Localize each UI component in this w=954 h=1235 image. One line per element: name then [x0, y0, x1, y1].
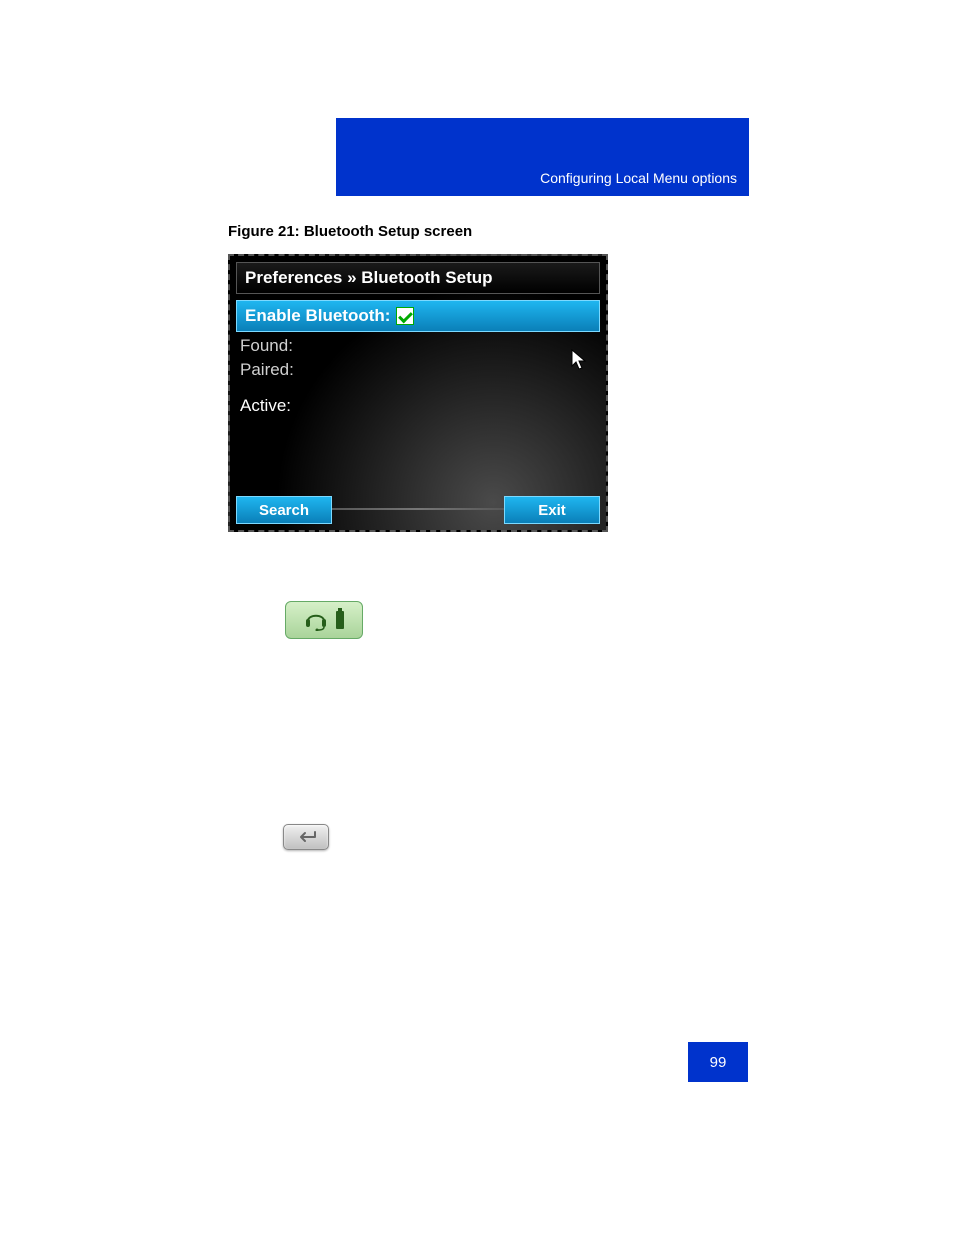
softkey-bar: Search Exit — [236, 496, 600, 524]
figure-caption: Figure 21: Bluetooth Setup screen — [228, 223, 472, 240]
checkmark-icon[interactable] — [396, 307, 414, 325]
active-label: Active: — [240, 396, 291, 415]
breadcrumb-text: Preferences » Bluetooth Setup — [245, 268, 493, 288]
search-softkey[interactable]: Search — [236, 496, 332, 524]
active-row: Active: — [240, 396, 600, 416]
exit-softkey[interactable]: Exit — [504, 496, 600, 524]
document-page: Configuring Local Menu options Figure 21… — [0, 0, 954, 1235]
enable-bluetooth-row[interactable]: Enable Bluetooth: — [236, 300, 600, 332]
enter-arrow-icon — [295, 831, 317, 843]
page-number: 99 — [688, 1042, 748, 1082]
paired-row: Paired: — [240, 360, 600, 380]
enable-bluetooth-label: Enable Bluetooth: — [245, 306, 390, 326]
document-header-title: Configuring Local Menu options — [540, 170, 737, 186]
enter-key — [283, 824, 329, 850]
headset-icon — [304, 609, 328, 631]
search-softkey-label: Search — [259, 502, 309, 519]
found-row: Found: — [240, 336, 600, 356]
breadcrumb: Preferences » Bluetooth Setup — [236, 262, 600, 294]
page-number-text: 99 — [710, 1054, 727, 1071]
battery-icon — [336, 611, 344, 629]
found-label: Found: — [240, 336, 293, 355]
paired-label: Paired: — [240, 360, 294, 379]
exit-softkey-label: Exit — [538, 502, 566, 519]
headset-indicator — [285, 601, 363, 639]
bluetooth-setup-screenshot: Preferences » Bluetooth Setup Enable Blu… — [228, 254, 608, 532]
document-header-bar: Configuring Local Menu options — [336, 118, 749, 196]
